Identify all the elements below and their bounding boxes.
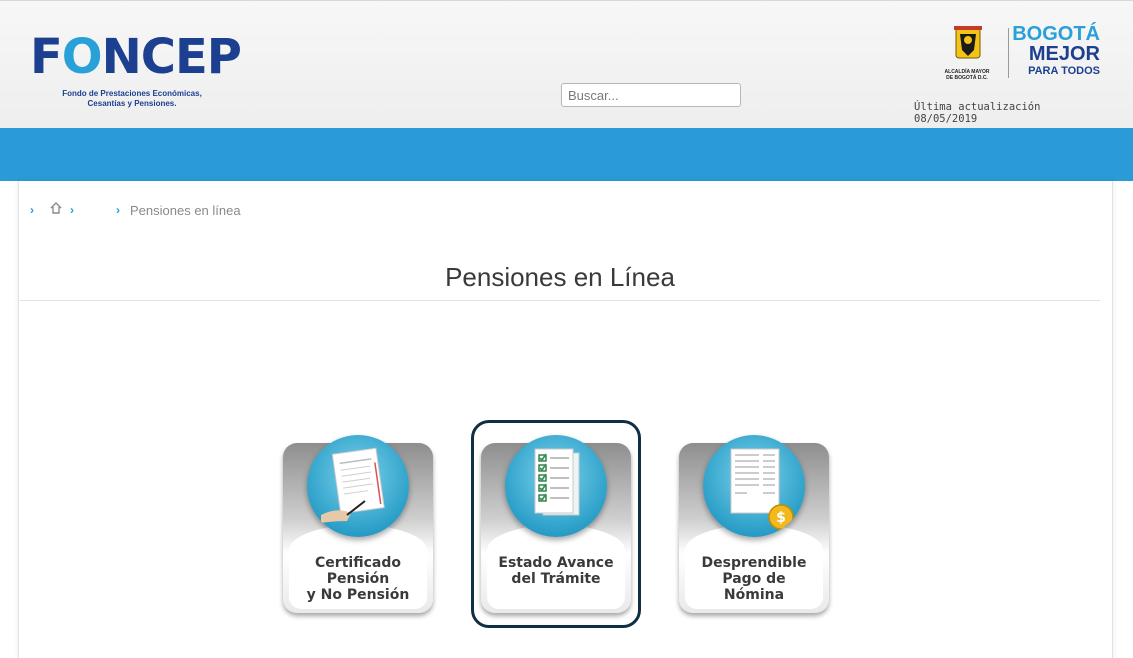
home-icon[interactable]	[50, 202, 62, 217]
logo-wordmark: FONCEP	[30, 29, 242, 85]
selection-highlight	[471, 420, 641, 628]
bogota-mejor-logo: BOGOTÁ MEJOR PARA TODOS	[1012, 23, 1100, 77]
navigation-bar	[0, 128, 1133, 181]
last-update-text: Última actualización 08/05/2019	[914, 101, 1041, 125]
search-input[interactable]	[561, 83, 741, 107]
card-desprendible-pago[interactable]: $ Desprendible Pago de Nómina	[679, 435, 829, 613]
chevron-right-icon: ›	[30, 203, 34, 217]
chevron-right-icon: ›	[116, 203, 120, 217]
card-label: Desprendible Pago de Nómina	[701, 555, 807, 603]
foncep-logo[interactable]: FONCEP Fondo de Prestaciones Económicas,…	[30, 31, 242, 121]
alcaldia-caption: ALCALDÍA MAYOR DE BOGOTÁ D.C.	[944, 69, 990, 81]
title-divider	[20, 300, 1100, 301]
svg-text:$: $	[776, 510, 786, 526]
card-certificado-pension[interactable]: Certificado Pensión y No Pensión	[283, 435, 433, 613]
certificate-document-icon	[307, 435, 409, 537]
site-header: FONCEP Fondo de Prestaciones Económicas,…	[0, 0, 1133, 129]
logo-divider	[1008, 28, 1009, 78]
card-label: Certificado Pensión y No Pensión	[306, 555, 410, 603]
payslip-icon: $	[703, 435, 805, 537]
chevron-right-icon: ›	[70, 203, 74, 217]
page-title: Pensiones en Línea	[445, 262, 675, 292]
breadcrumb-current[interactable]: Pensiones en línea	[130, 203, 241, 218]
logo-subtitle: Fondo de Prestaciones Económicas, Cesant…	[62, 89, 202, 108]
